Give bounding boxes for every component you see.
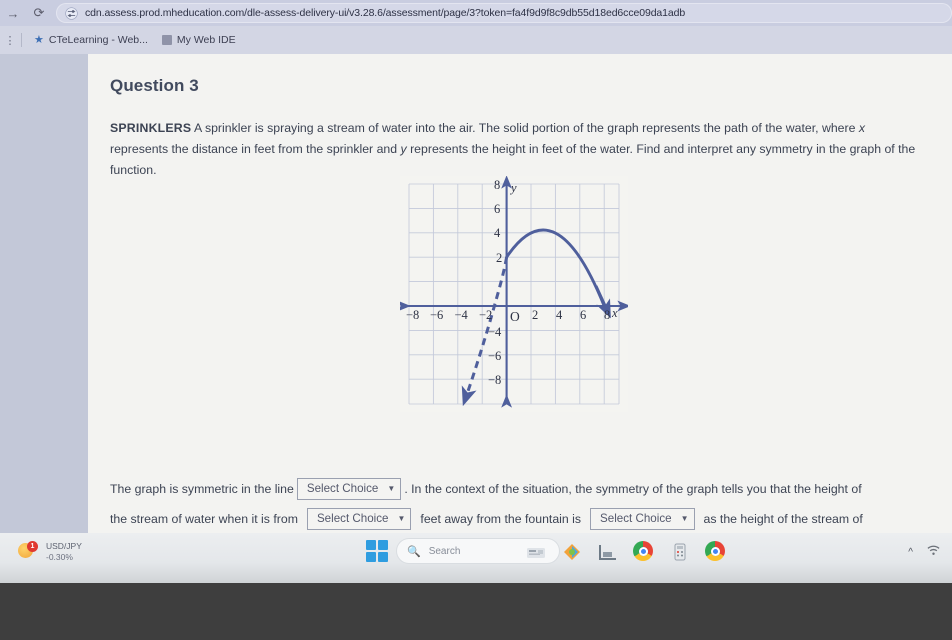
xtick--2: −2 bbox=[479, 308, 492, 322]
desktop-background bbox=[0, 583, 952, 640]
graph-gridlines bbox=[408, 183, 620, 405]
select-value: Select Choice bbox=[600, 512, 672, 526]
bookmark-ctelearning[interactable]: ★ CTeLearning - Web... bbox=[27, 32, 155, 48]
assessment-content: Question 3 SPRINKLERS A sprinkler is spr… bbox=[88, 54, 952, 533]
question-prompt: SPRINKLERS A sprinkler is spraying a str… bbox=[110, 118, 918, 181]
chrome-icon[interactable] bbox=[633, 541, 655, 563]
graph-canvas: −8 −6 −4 −2 2 4 6 8 8 6 4 2 −4 −6 −8 x y… bbox=[400, 176, 628, 412]
graph-figure: −8 −6 −4 −2 2 4 6 8 8 6 4 2 −4 −6 −8 x y… bbox=[400, 176, 628, 412]
select-value: Select Choice bbox=[316, 512, 389, 526]
toolbar-divider bbox=[21, 33, 22, 47]
notification-badge: 1 bbox=[27, 541, 38, 552]
answer-line-2: the stream of water when it is from Sele… bbox=[110, 508, 952, 530]
bookmark-my-web-ide[interactable]: My Web IDE bbox=[155, 32, 243, 48]
magnifier-icon: 🔍 bbox=[407, 545, 421, 558]
calculator-icon[interactable] bbox=[669, 541, 691, 563]
taskbar-app-icons bbox=[525, 541, 727, 563]
windows-taskbar: 1 USD/JPY -0.30% 🔍 Search ^ bbox=[0, 533, 952, 583]
answer-text-1: The graph is symmetric in the line bbox=[110, 481, 294, 496]
wifi-icon[interactable] bbox=[927, 545, 940, 559]
url-text: cdn.assess.prod.mheducation.com/dle-asse… bbox=[85, 7, 686, 19]
select-value: Select Choice bbox=[306, 482, 379, 496]
chrome-icon[interactable] bbox=[705, 541, 727, 563]
ytick-6: 6 bbox=[494, 202, 500, 216]
select-symmetry-line[interactable]: Select Choice ▼ bbox=[296, 478, 402, 500]
x-axis-label: x bbox=[611, 306, 618, 320]
left-sidebar-rail bbox=[0, 54, 88, 533]
ytick-8: 8 bbox=[494, 178, 500, 192]
prompt-text-1: A sprinkler is spraying a stream of wate… bbox=[191, 121, 859, 135]
xtick-4: 4 bbox=[556, 308, 563, 322]
copilot-icon[interactable] bbox=[561, 541, 583, 563]
coordinate-plane-graph: −8 −6 −4 −2 2 4 6 8 8 6 4 2 −4 −6 −8 x y… bbox=[400, 176, 628, 408]
browser-chrome: → ⟳ cdn.assess.prod.mheducation.com/dle-… bbox=[0, 0, 952, 54]
page-icon bbox=[161, 35, 172, 45]
xtick-8: 8 bbox=[604, 308, 610, 322]
browser-toolbar: → ⟳ cdn.assess.prod.mheducation.com/dle-… bbox=[0, 0, 952, 26]
prompt-text-2: represents the distance in feet from the… bbox=[110, 142, 401, 157]
y-axis-label: y bbox=[509, 181, 517, 195]
answer-text-2: . In the context of the situation, the s… bbox=[404, 481, 862, 496]
xtick--6: −6 bbox=[430, 308, 443, 322]
select-comparison[interactable]: Select Choice ▼ bbox=[590, 508, 695, 530]
chevron-down-icon: ▼ bbox=[387, 484, 396, 493]
bookmark-label: CTeLearning - Web... bbox=[48, 34, 148, 46]
forward-button[interactable]: → bbox=[0, 2, 26, 24]
xtick--4: −4 bbox=[455, 308, 469, 322]
windows-start-icon[interactable] bbox=[366, 540, 388, 562]
bookmark-label: My Web IDE bbox=[176, 34, 236, 46]
chevron-down-icon: ▼ bbox=[397, 514, 406, 523]
show-hidden-icons-chevron[interactable]: ^ bbox=[908, 547, 913, 558]
star-icon: ★ bbox=[34, 33, 44, 46]
ytick--4: −4 bbox=[488, 325, 502, 339]
variable-x: x bbox=[858, 121, 866, 135]
bookmarks-menu-icon[interactable]: ⋮ bbox=[4, 34, 16, 47]
taskbar-tray: ^ bbox=[908, 545, 940, 559]
graph-axes bbox=[400, 176, 628, 408]
xtick-2: 2 bbox=[532, 308, 538, 322]
xtick-6: 6 bbox=[580, 308, 586, 322]
widget-line-1: USD/JPY bbox=[46, 541, 82, 552]
answer-text-5: as the height of the stream of bbox=[703, 511, 863, 526]
subject-tag: SPRINKLERS bbox=[110, 121, 192, 135]
answer-text-4: feet away from the fountain is bbox=[420, 511, 582, 526]
chevron-down-icon: ▼ bbox=[680, 514, 689, 523]
bookmarks-bar: ⋮ ★ CTeLearning - Web... My Web IDE bbox=[0, 26, 952, 54]
widget-text: USD/JPY -0.30% bbox=[46, 541, 82, 562]
ytick-2: 2 bbox=[496, 251, 502, 265]
address-bar[interactable]: cdn.assess.prod.mheducation.com/dle-asse… bbox=[56, 3, 952, 23]
select-distance-1[interactable]: Select Choice ▼ bbox=[306, 508, 412, 530]
weather-sun-icon: 1 bbox=[18, 541, 40, 563]
answer-sentence: The graph is symmetric in the line Selec… bbox=[110, 478, 952, 533]
site-settings-icon[interactable] bbox=[64, 6, 78, 20]
origin-label: O bbox=[510, 309, 520, 324]
page-title: Question 3 bbox=[110, 76, 199, 95]
ytick--8: −8 bbox=[488, 373, 501, 387]
answer-line-1: The graph is symmetric in the line Selec… bbox=[110, 478, 952, 500]
ytick--6: −6 bbox=[488, 349, 501, 363]
news-widget-icon[interactable] bbox=[525, 541, 547, 563]
reload-button[interactable]: ⟳ bbox=[26, 2, 52, 24]
page-viewport: Question 3 SPRINKLERS A sprinkler is spr… bbox=[0, 54, 952, 533]
answer-text-3: the stream of water when it is from bbox=[110, 511, 298, 526]
ytick-4: 4 bbox=[494, 226, 501, 240]
graph-series-solid bbox=[505, 228, 611, 319]
xtick--8: −8 bbox=[406, 308, 419, 322]
search-placeholder: Search bbox=[428, 545, 461, 557]
taskbar-widget[interactable]: 1 USD/JPY -0.30% bbox=[18, 541, 82, 563]
widget-line-2: -0.30% bbox=[46, 552, 73, 562]
file-explorer-icon[interactable] bbox=[597, 541, 619, 563]
